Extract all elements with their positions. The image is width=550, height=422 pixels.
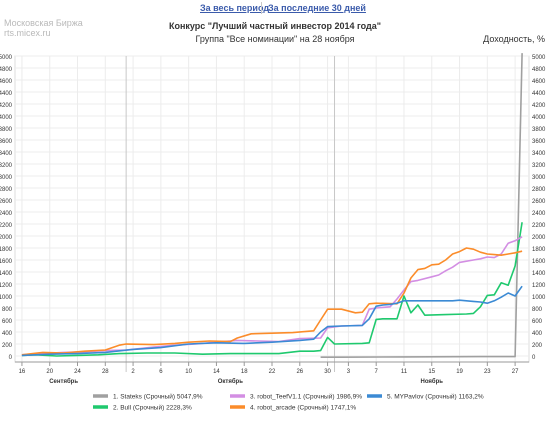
x-tick-label: 6 <box>159 369 163 375</box>
y-tick-label-left: 3600 <box>0 139 13 145</box>
legend-entry-4: 4. robot_arcade (Срочный) 1747,1% <box>250 404 356 412</box>
y-tick-label-right: 4200 <box>532 103 546 109</box>
x-tick-label: 19 <box>456 369 463 375</box>
returns-line-chart: Конкурс "Лучший частный инвестор 2014 го… <box>0 21 546 412</box>
y-tick-label-left: 1800 <box>0 247 13 253</box>
y-tick-label-right: 800 <box>532 307 543 313</box>
y-tick-label-left: 1200 <box>0 283 13 289</box>
x-tick-label: 23 <box>484 369 491 375</box>
y-tick-label-right: 3200 <box>532 163 546 169</box>
x-tick-label: 22 <box>269 369 276 375</box>
y-tick-label-left: 2600 <box>0 199 13 205</box>
y-tick-label-left: 5000 <box>0 55 13 61</box>
y-tick-label-right: 1800 <box>532 247 546 253</box>
x-tick-label: 20 <box>46 369 53 375</box>
chart-subtitle: Группа "Все номинации" на 28 ноября <box>195 34 354 44</box>
y-tick-label-right: 4400 <box>532 91 546 97</box>
y-tick-label-left: 800 <box>2 307 13 313</box>
plot-area: 0 0 200 200 400 400 600 600 800 800 1000 1000 1200 12… <box>0 53 546 385</box>
x-tick-label: 27 <box>512 369 519 375</box>
y-tick-label-left: 2200 <box>0 223 13 229</box>
chart-title: Конкурс "Лучший частный инвестор 2014 го… <box>169 21 381 31</box>
x-tick-label: 2 <box>131 369 135 375</box>
legend-entry-5: 5. MYPavlov (Срочный) 1163,2% <box>387 393 484 401</box>
x-tick-label: 10 <box>185 369 192 375</box>
y-tick-label-left: 2800 <box>0 187 13 193</box>
y-tick-label-left: 4800 <box>0 67 13 73</box>
y-tick-label-right: 3000 <box>532 175 546 181</box>
x-tick-label: 28 <box>102 369 109 375</box>
y-tick-label-right: 600 <box>532 319 543 325</box>
month-label: Ноябрь <box>421 378 444 385</box>
y-tick-label-right: 1600 <box>532 259 546 265</box>
y-tick-label-right: 2600 <box>532 199 546 205</box>
y-tick-label-left: 2000 <box>0 235 13 241</box>
x-tick-label: 11 <box>401 369 408 375</box>
x-tick-label: 3 <box>347 369 351 375</box>
y-tick-label-right: 2400 <box>532 211 546 217</box>
y-tick-label-right: 1400 <box>532 271 546 277</box>
x-tick-label: 16 <box>19 369 26 375</box>
y-tick-label-left: 1000 <box>0 295 13 301</box>
y-tick-label-left: 200 <box>2 343 13 349</box>
y-tick-label-right: 1000 <box>532 295 546 301</box>
chart-legend: 1. Stateks (Срочный) 5047,9% 2. Bull (Сро… <box>93 393 484 412</box>
x-tick-label: 24 <box>74 369 81 375</box>
y-tick-label-left: 600 <box>2 319 13 325</box>
y-tick-label-right: 0 <box>532 355 536 361</box>
legend-entry-3: 3. robot_TeefV1.1 (Срочный) 1986,9% <box>250 393 362 401</box>
y-tick-label-left: 3200 <box>0 163 13 169</box>
legend-entry-2: 2. Bull (Срочный) 2228,3% <box>113 404 192 412</box>
y-tick-label-left: 400 <box>2 331 13 337</box>
y-tick-label-left: 0 <box>9 355 13 361</box>
legend-entry-1: 1. Stateks (Срочный) 5047,9% <box>113 393 203 401</box>
y-tick-label-right: 3600 <box>532 139 546 145</box>
y-tick-label-left: 1600 <box>0 259 13 265</box>
y-tick-label-right: 2000 <box>532 235 546 241</box>
y-tick-label-right: 4800 <box>532 67 546 73</box>
y-tick-label-right: 2200 <box>532 223 546 229</box>
y-tick-label-left: 4200 <box>0 103 13 109</box>
y-tick-label-right: 1200 <box>532 283 546 289</box>
y-tick-label-left: 3800 <box>0 127 13 133</box>
y-tick-label-left: 3000 <box>0 175 13 181</box>
y-tick-label-left: 1400 <box>0 271 13 277</box>
y-axis-label: Доходность, % <box>483 34 545 44</box>
x-tick-label: 30 <box>324 369 331 375</box>
y-tick-label-right: 3800 <box>532 127 546 133</box>
y-tick-label-right: 400 <box>532 331 543 337</box>
y-tick-label-right: 5000 <box>532 55 546 61</box>
y-tick-label-left: 4600 <box>0 79 13 85</box>
y-tick-label-right: 3400 <box>532 151 546 157</box>
y-tick-label-left: 4000 <box>0 115 13 121</box>
y-tick-label-left: 3400 <box>0 151 13 157</box>
y-tick-label-right: 200 <box>532 343 543 349</box>
x-tick-label: 18 <box>241 369 248 375</box>
x-tick-label: 7 <box>375 369 379 375</box>
x-tick-label: 14 <box>213 369 220 375</box>
y-tick-label-right: 2800 <box>532 187 546 193</box>
y-tick-label-right: 4600 <box>532 79 546 85</box>
y-tick-label-right: 4000 <box>532 115 546 121</box>
month-label: Сентябрь <box>49 378 78 385</box>
x-tick-label: 15 <box>428 369 435 375</box>
x-tick-label: 26 <box>296 369 303 375</box>
y-tick-label-left: 4400 <box>0 91 13 97</box>
month-label: Октябрь <box>218 378 243 385</box>
y-tick-label-left: 2400 <box>0 211 13 217</box>
